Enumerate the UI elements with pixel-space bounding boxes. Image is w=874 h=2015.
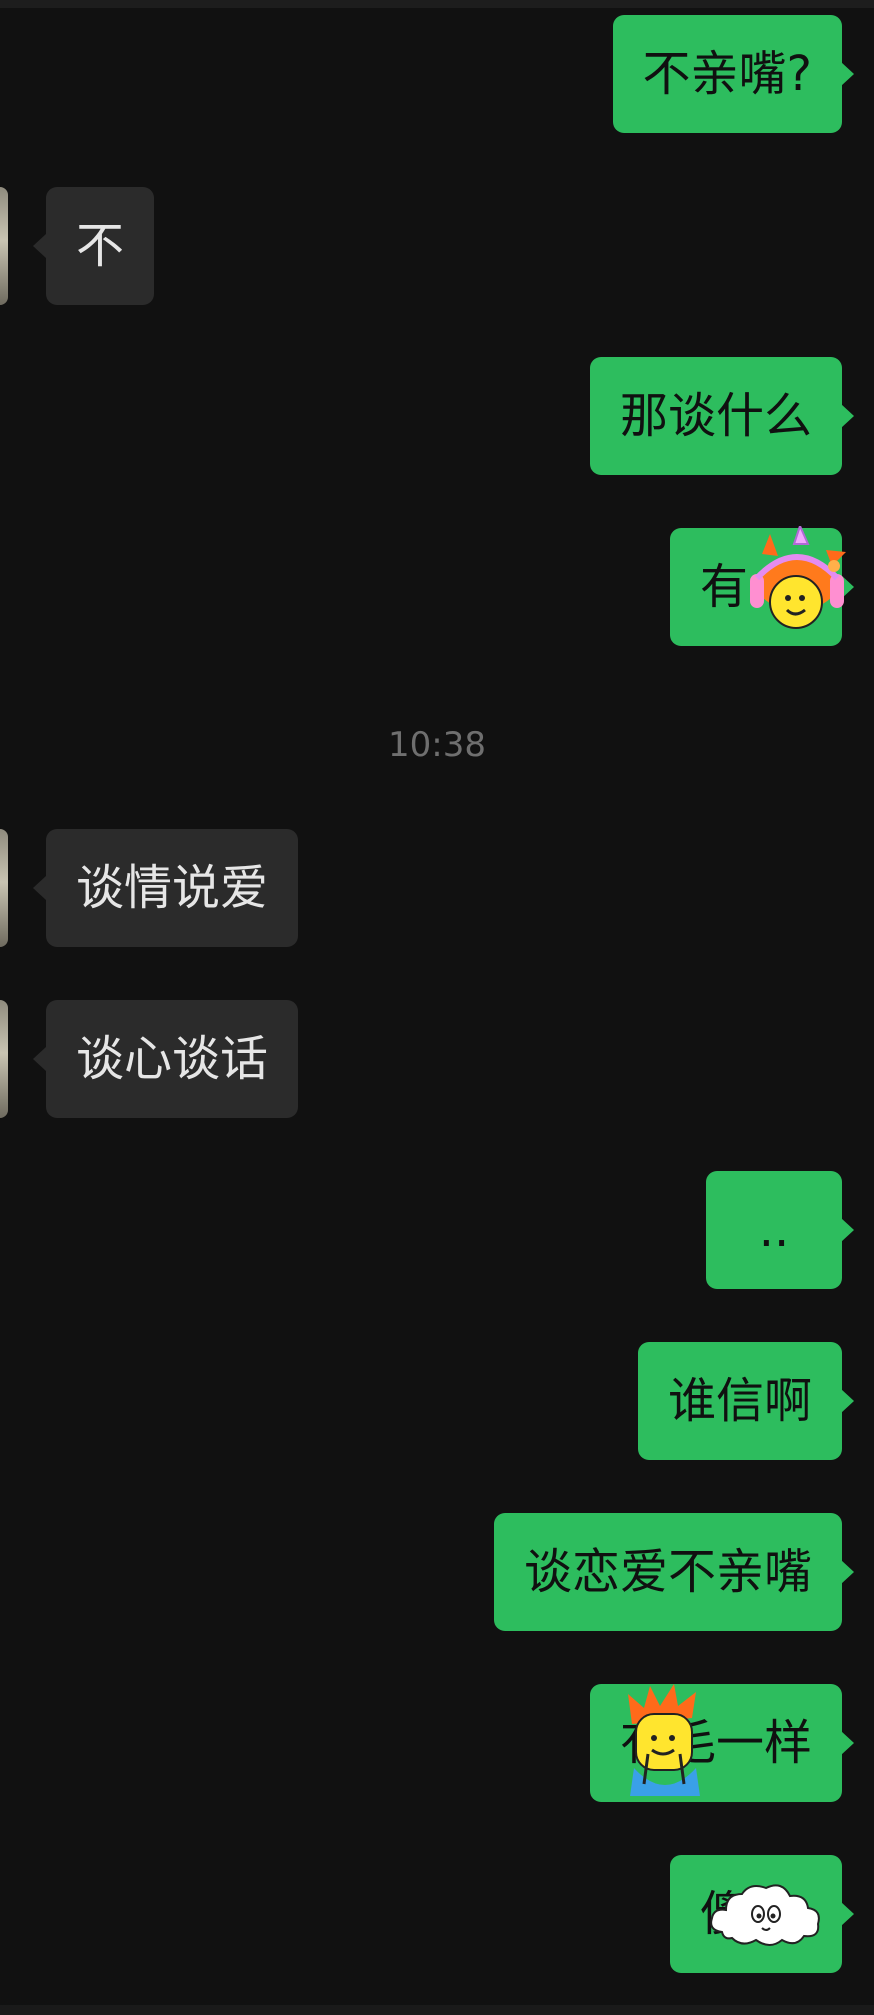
message-text: 谈心谈话: [76, 1031, 269, 1087]
incoming-message-bubble[interactable]: 谈情说爱: [32, 829, 299, 947]
boy-orange-hair-sticker: [628, 1684, 700, 1796]
outgoing-message-bubble[interactable]: 不亲嘴?: [612, 15, 855, 133]
contact-avatar[interactable]: [0, 1000, 8, 1118]
timestamp: 10:38: [388, 725, 486, 765]
incoming-message-bubble[interactable]: 不: [32, 187, 155, 305]
top-divider: [0, 0, 874, 8]
message-text: 不亲嘴?: [642, 46, 812, 102]
message-text: 那谈什么: [619, 388, 812, 444]
contact-avatar[interactable]: [0, 187, 8, 305]
outgoing-message-bubble[interactable]: 谁信啊: [637, 1342, 855, 1460]
contact-avatar[interactable]: [0, 829, 8, 947]
outgoing-message-bubble[interactable]: 那谈什么: [589, 357, 855, 475]
outgoing-message-bubble[interactable]: ..: [706, 1171, 854, 1289]
girl-headphones-sticker: [750, 526, 846, 629]
message-text: 有: [700, 559, 749, 615]
cloud-sticker: [710, 1884, 820, 1946]
message-text: 谈情说爱: [76, 860, 269, 916]
bottom-divider: [0, 2005, 874, 2015]
message-text: 谈恋爱不亲嘴: [523, 1544, 812, 1600]
message-text: 不: [76, 218, 125, 274]
message-text: 谁信啊: [667, 1373, 812, 1429]
incoming-message-bubble[interactable]: 谈心谈话: [32, 1000, 299, 1118]
message-text: ..: [758, 1202, 790, 1258]
outgoing-message-bubble[interactable]: 谈恋爱不亲嘴: [493, 1513, 855, 1631]
